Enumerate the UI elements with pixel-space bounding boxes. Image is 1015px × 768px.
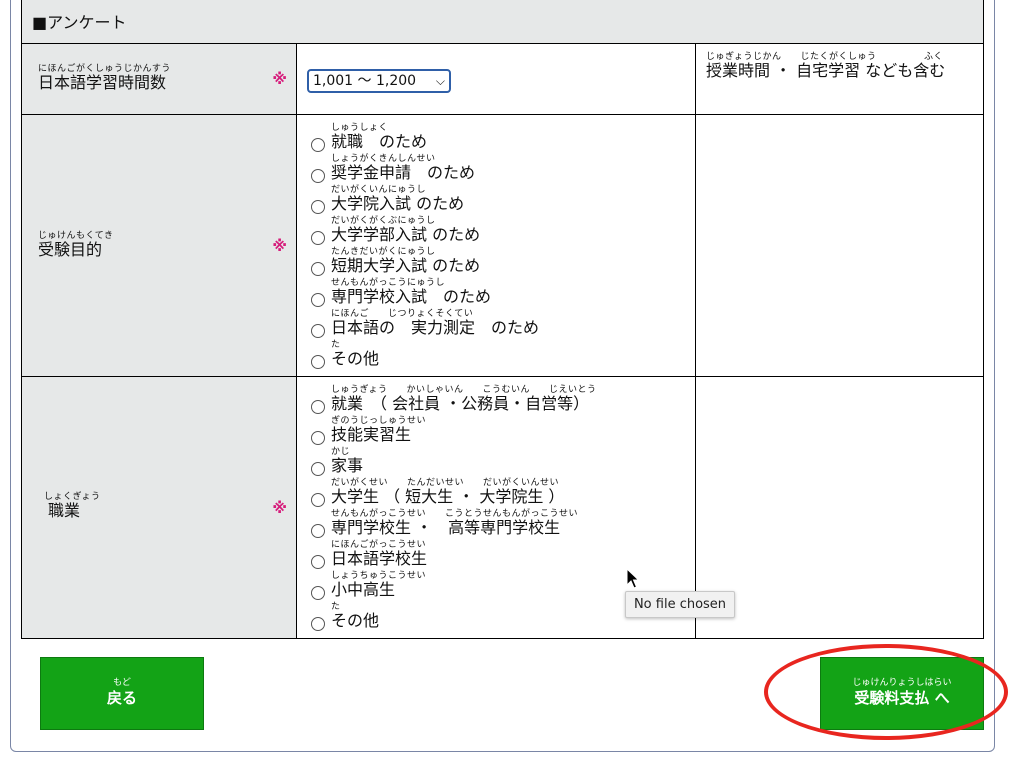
study-hours-label-text: 日本語学習時間数 bbox=[38, 73, 167, 92]
option-label: 就業 （ 会社員 ・公務員・自営等） bbox=[331, 394, 590, 413]
occupation-option[interactable]: せんもんがっこうせい こうとうせんもんがっこうせい 専門学校生 ・ 高等専門学校生 bbox=[311, 509, 695, 540]
study-hours-select-value: 1,001 〜 1,200 bbox=[313, 73, 417, 89]
study-hours-label-cell: にほんごがくしゅうじかんすう 日本語学習時間数 ※ bbox=[21, 43, 297, 115]
purpose-label: じゅけんもくてき 受験目的 bbox=[38, 231, 113, 259]
study-hours-input-cell: 1,001 〜 1,200 ⌵ bbox=[296, 43, 696, 115]
option-label: 小中高生 bbox=[331, 580, 396, 599]
radio-button[interactable] bbox=[311, 293, 325, 307]
occupation-option[interactable]: かじ 家事 bbox=[311, 447, 695, 478]
radio-button[interactable] bbox=[311, 400, 325, 414]
option-label: 奨学金申請 のため bbox=[331, 163, 476, 182]
survey-table: ■アンケート にほんごがくしゅうじかんすう 日本語学習時間数 ※ 1,001 〜… bbox=[21, 0, 984, 639]
required-mark: ※ bbox=[272, 498, 287, 517]
occupation-label: しょくぎょう 職業 bbox=[44, 492, 101, 520]
radio-button[interactable] bbox=[311, 355, 325, 369]
study-hours-select[interactable]: 1,001 〜 1,200 ⌵ bbox=[307, 69, 451, 93]
option-label: その他 bbox=[331, 349, 380, 368]
radio-button[interactable] bbox=[311, 200, 325, 214]
radio-button[interactable] bbox=[311, 462, 325, 476]
mouse-cursor-icon bbox=[626, 568, 640, 589]
option-label: 大学学部入試 のため bbox=[331, 225, 481, 244]
highlight-circle bbox=[764, 644, 1008, 740]
occupation-note-cell bbox=[695, 376, 984, 639]
file-tooltip: No file chosen bbox=[625, 591, 735, 618]
option-label: 日本語の 実力測定 のため bbox=[331, 318, 540, 337]
radio-button[interactable] bbox=[311, 586, 325, 600]
option-label: 短期大学入試 のため bbox=[331, 256, 481, 275]
back-button-ruby: もど bbox=[113, 678, 131, 688]
purpose-label-cell: じゅけんもくてき 受験目的 ※ bbox=[21, 114, 297, 377]
study-hours-label: にほんごがくしゅうじかんすう 日本語学習時間数 bbox=[38, 64, 171, 92]
back-button-label: 戻る bbox=[106, 689, 137, 707]
radio-button[interactable] bbox=[311, 262, 325, 276]
occupation-option[interactable]: しゅうぎょう かいしゃいん こうむいん じえいとう 就業 （ 会社員 ・公務員・自… bbox=[311, 385, 695, 416]
radio-button[interactable] bbox=[311, 555, 325, 569]
purpose-option[interactable]: しゅうしょく 就職 のため bbox=[311, 123, 695, 154]
purpose-option[interactable]: たんきだいがくにゅうし 短期大学入試 のため bbox=[311, 247, 695, 278]
purpose-option[interactable]: しょうがくきんしんせい 奨学金申請 のため bbox=[311, 154, 695, 185]
purpose-option[interactable]: たその他 bbox=[311, 340, 695, 371]
option-label: 家事 bbox=[331, 456, 364, 475]
option-label: 大学院入試 のため bbox=[331, 194, 465, 213]
occupation-option[interactable]: ぎのうじっしゅうせい 技能実習生 bbox=[311, 416, 695, 447]
purpose-options: しゅうしょく 就職 のため しょうがくきんしんせい 奨学金申請 のため だいがくいん… bbox=[296, 114, 696, 377]
option-label: 就職 のため bbox=[331, 132, 428, 151]
radio-button[interactable] bbox=[311, 138, 325, 152]
study-hours-note-cell: じゅぎょうじかん じたくがくしゅう ふく 授業時間 ・ 自宅学習 なども含む bbox=[695, 43, 984, 115]
purpose-note-cell bbox=[695, 114, 984, 377]
required-mark: ※ bbox=[272, 236, 287, 255]
option-label: 専門学校生 ・ 高等専門学校生 bbox=[331, 518, 561, 537]
radio-button[interactable] bbox=[311, 231, 325, 245]
option-label: 専門学校入試 のため bbox=[331, 287, 492, 306]
study-hours-note: 授業時間 ・ 自宅学習 なども含む bbox=[706, 61, 946, 80]
required-mark: ※ bbox=[272, 70, 287, 88]
purpose-label-text: 受験目的 bbox=[38, 240, 103, 259]
occupation-label-text: 職業 bbox=[48, 501, 81, 520]
radio-button[interactable] bbox=[311, 169, 325, 183]
option-label: 大学生 （ 短大生 ・ 大学院生 ） bbox=[331, 487, 565, 506]
purpose-option[interactable]: だいがくがくぶにゅうし 大学学部入試 のため bbox=[311, 216, 695, 247]
purpose-option[interactable]: せんもんがっこうにゅうし 専門学校入試 のため bbox=[311, 278, 695, 309]
chevron-down-icon: ⌵ bbox=[435, 74, 445, 88]
occupation-label-cell: しょくぎょう 職業 ※ bbox=[21, 376, 297, 639]
radio-button[interactable] bbox=[311, 617, 325, 631]
purpose-option[interactable]: にほんご じつりょくそくてい 日本語の 実力測定 のため bbox=[311, 309, 695, 340]
radio-button[interactable] bbox=[311, 524, 325, 538]
radio-button[interactable] bbox=[311, 493, 325, 507]
option-label: 日本語学校生 bbox=[331, 549, 428, 568]
radio-button[interactable] bbox=[311, 324, 325, 338]
radio-button[interactable] bbox=[311, 431, 325, 445]
occupation-option[interactable]: だいがくせい たんだいせい だいがくいんせい 大学生 （ 短大生 ・ 大学院生 ） bbox=[311, 478, 695, 509]
occupation-option[interactable]: にほんごがっこうせい 日本語学校生 bbox=[311, 540, 695, 571]
back-button[interactable]: もど 戻る bbox=[40, 657, 204, 730]
section-title: ■アンケート bbox=[21, 0, 984, 44]
option-label: その他 bbox=[331, 611, 380, 630]
option-label: 技能実習生 bbox=[331, 425, 412, 444]
purpose-option[interactable]: だいがくいんにゅうし 大学院入試 のため bbox=[311, 185, 695, 216]
